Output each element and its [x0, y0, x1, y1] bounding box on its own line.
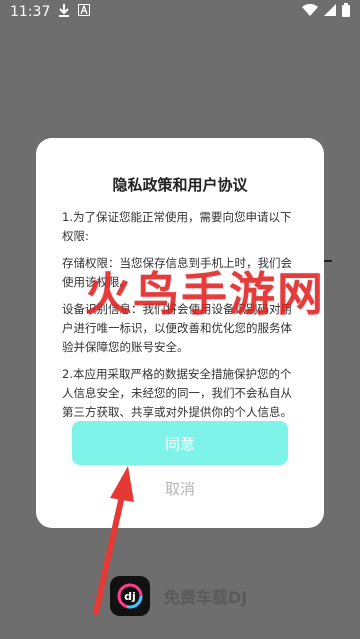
- dj-app-icon: dj: [110, 576, 150, 616]
- background-app: dj 免费车载DJ: [110, 576, 247, 616]
- app-name: 免费车载DJ: [164, 588, 248, 607]
- svg-text:dj: dj: [124, 590, 136, 603]
- annotation-arrow-icon: [93, 466, 134, 615]
